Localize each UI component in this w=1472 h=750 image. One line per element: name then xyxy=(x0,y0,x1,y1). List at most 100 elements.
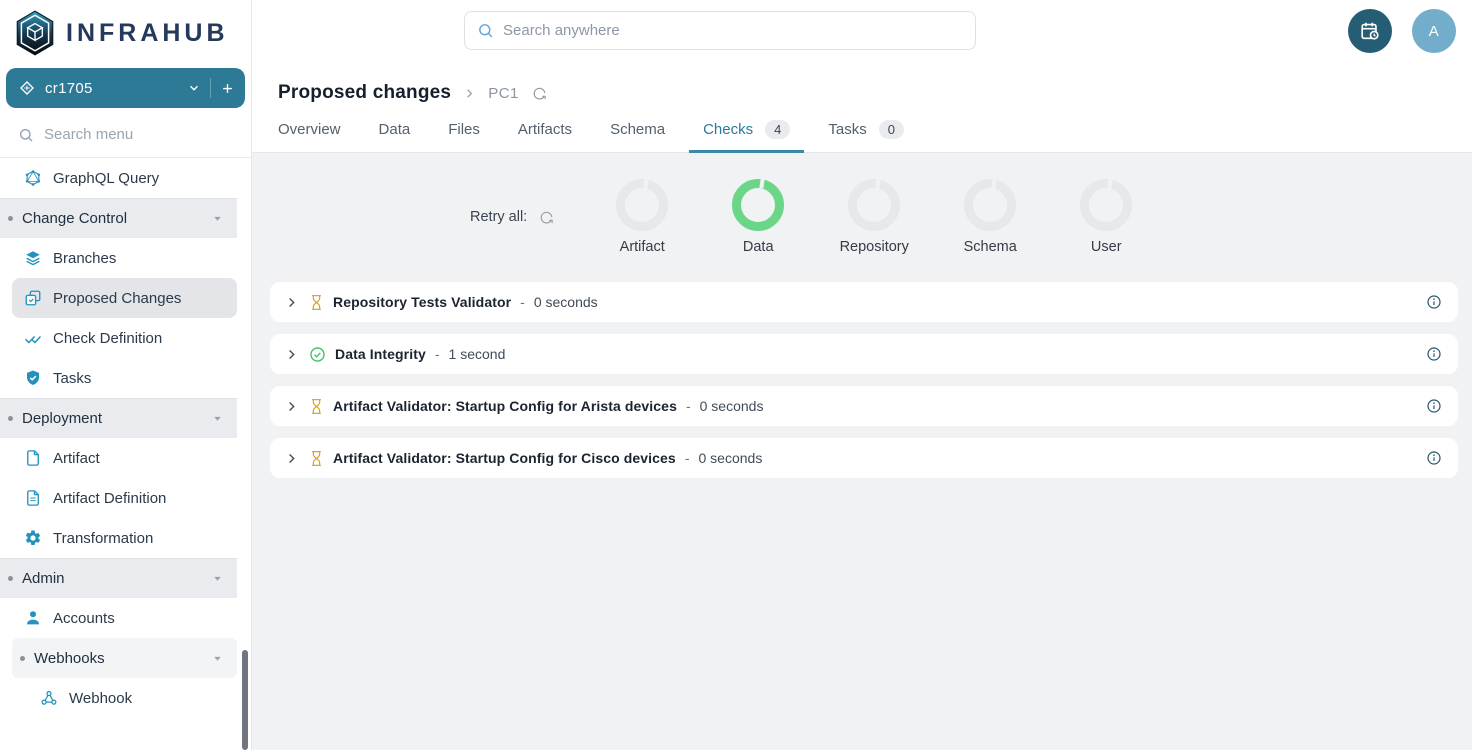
sidebar-group-webhooks[interactable]: Webhooks xyxy=(12,638,237,678)
sidebar-search[interactable] xyxy=(0,118,251,158)
chevron-down-icon[interactable] xyxy=(212,573,223,584)
sidebar-item-label: Artifact xyxy=(53,450,100,467)
ring-notch xyxy=(1108,179,1113,188)
validator-title: Repository Tests Validator xyxy=(333,294,511,310)
sidebar-item-webhook[interactable]: Webhook xyxy=(0,678,237,718)
tab-label: Artifacts xyxy=(518,121,572,138)
check-circle-icon xyxy=(309,346,326,363)
chevron-down-icon[interactable] xyxy=(187,81,201,95)
page-title: Proposed changes xyxy=(278,82,451,104)
progress-ring xyxy=(732,179,784,231)
tab-label: Data xyxy=(379,121,411,138)
sidebar-group-label: Change Control xyxy=(22,210,127,227)
calendar-clock-icon xyxy=(1359,20,1381,42)
chevron-down-icon[interactable] xyxy=(212,413,223,424)
validator-duration: 0 seconds xyxy=(534,294,598,310)
webhook-icon xyxy=(40,689,58,707)
tab-schema[interactable]: Schema xyxy=(610,120,665,152)
info-icon[interactable] xyxy=(1426,294,1442,310)
validator-row: Artifact Validator: Startup Config for A… xyxy=(270,386,1458,426)
checks-content: Retry all: ArtifactDataRepositorySchemaU… xyxy=(252,153,1472,750)
proposed-changes-icon xyxy=(24,289,42,307)
sidebar-item-tasks[interactable]: Tasks xyxy=(0,358,237,398)
validator-title: Data Integrity xyxy=(335,346,426,362)
ring-label: User xyxy=(1091,239,1122,255)
sidebar-item-graphql-query[interactable]: GraphQL Query xyxy=(0,158,237,198)
tab-tasks[interactable]: Tasks 0 xyxy=(828,120,904,152)
bullet-dot xyxy=(8,576,13,581)
sidebar-item-label: GraphQL Query xyxy=(53,170,159,187)
hourglass-icon xyxy=(309,294,324,311)
sidebar-item-label: Branches xyxy=(53,250,116,267)
schedule-button[interactable] xyxy=(1348,9,1392,53)
sidebar-item-accounts[interactable]: Accounts xyxy=(0,598,237,638)
sidebar-group-change-control[interactable]: Change Control xyxy=(0,198,237,238)
ring-notch xyxy=(760,179,765,188)
separator: - xyxy=(686,398,691,414)
sidebar-group-deployment[interactable]: Deployment xyxy=(0,398,237,438)
sidebar-search-input[interactable] xyxy=(44,126,214,143)
expand-chevron-icon[interactable] xyxy=(282,397,301,416)
sidebar-item-proposed-changes[interactable]: Proposed Changes xyxy=(12,278,237,318)
expand-chevron-icon[interactable] xyxy=(282,345,301,364)
avatar[interactable]: A xyxy=(1412,9,1456,53)
check-ring-user: User xyxy=(1048,179,1164,255)
info-icon[interactable] xyxy=(1426,346,1442,362)
tab-overview[interactable]: Overview xyxy=(278,120,341,152)
tasks-icon xyxy=(24,369,42,387)
retry-all-icon[interactable] xyxy=(539,210,554,225)
tab-badge: 4 xyxy=(765,120,790,139)
ring-label: Repository xyxy=(840,239,909,255)
tab-label: Tasks xyxy=(828,121,866,138)
avatar-initial: A xyxy=(1429,23,1440,40)
sidebar-group-admin[interactable]: Admin xyxy=(0,558,237,598)
brand-logo[interactable]: INFRAHUB xyxy=(0,0,251,64)
separator: - xyxy=(435,346,440,362)
search-icon xyxy=(18,127,34,143)
expand-chevron-icon[interactable] xyxy=(282,449,301,468)
refresh-icon[interactable] xyxy=(532,86,547,101)
sidebar-item-transformation[interactable]: Transformation xyxy=(0,518,237,558)
breadcrumb-current: PC1 xyxy=(488,85,519,102)
branch-selector[interactable]: cr1705 xyxy=(6,68,245,108)
validator-duration: 0 seconds xyxy=(699,450,763,466)
ring-label: Artifact xyxy=(620,239,665,255)
sidebar-item-label: Proposed Changes xyxy=(53,290,181,307)
validator-row: Repository Tests Validator-0 seconds xyxy=(270,282,1458,322)
global-search-input[interactable] xyxy=(503,22,923,39)
accounts-icon xyxy=(24,609,42,627)
sidebar-item-label: Check Definition xyxy=(53,330,162,347)
info-icon[interactable] xyxy=(1426,450,1442,466)
sidebar-group-label: Webhooks xyxy=(34,650,105,667)
sidebar-menu: GraphQL Query Change Control Branches Propo… xyxy=(0,158,237,718)
global-search[interactable] xyxy=(464,11,976,50)
add-branch-icon[interactable] xyxy=(220,81,235,96)
info-icon[interactable] xyxy=(1426,398,1442,414)
expand-chevron-icon[interactable] xyxy=(282,293,301,312)
hourglass-icon xyxy=(309,398,324,415)
sidebar-item-branches[interactable]: Branches xyxy=(0,238,237,278)
tab-label: Files xyxy=(448,121,480,138)
tab-label: Schema xyxy=(610,121,665,138)
artifact-icon xyxy=(24,449,42,467)
tab-artifacts[interactable]: Artifacts xyxy=(518,120,572,152)
sidebar-item-check-definition[interactable]: Check Definition xyxy=(0,318,237,358)
divider xyxy=(210,78,211,98)
check-ring-artifact: Artifact xyxy=(584,179,700,255)
sidebar-item-artifact-definition[interactable]: Artifact Definition xyxy=(0,478,237,518)
branch-name: cr1705 xyxy=(45,80,93,97)
sidebar-scrollbar[interactable] xyxy=(242,650,248,750)
sidebar-item-artifact[interactable]: Artifact xyxy=(0,438,237,478)
chevron-down-icon[interactable] xyxy=(212,653,223,664)
chevron-down-icon[interactable] xyxy=(212,213,223,224)
tab-files[interactable]: Files xyxy=(448,120,480,152)
transformation-icon xyxy=(24,529,42,547)
tab-checks[interactable]: Checks4 xyxy=(703,120,790,152)
tab-badge: 0 xyxy=(879,120,904,139)
validator-duration: 0 seconds xyxy=(700,398,764,414)
infrahub-logo-icon xyxy=(14,10,56,56)
bullet-dot xyxy=(8,216,13,221)
branches-icon xyxy=(24,249,42,267)
validator-row: Artifact Validator: Startup Config for C… xyxy=(270,438,1458,478)
tab-data[interactable]: Data xyxy=(379,120,411,152)
